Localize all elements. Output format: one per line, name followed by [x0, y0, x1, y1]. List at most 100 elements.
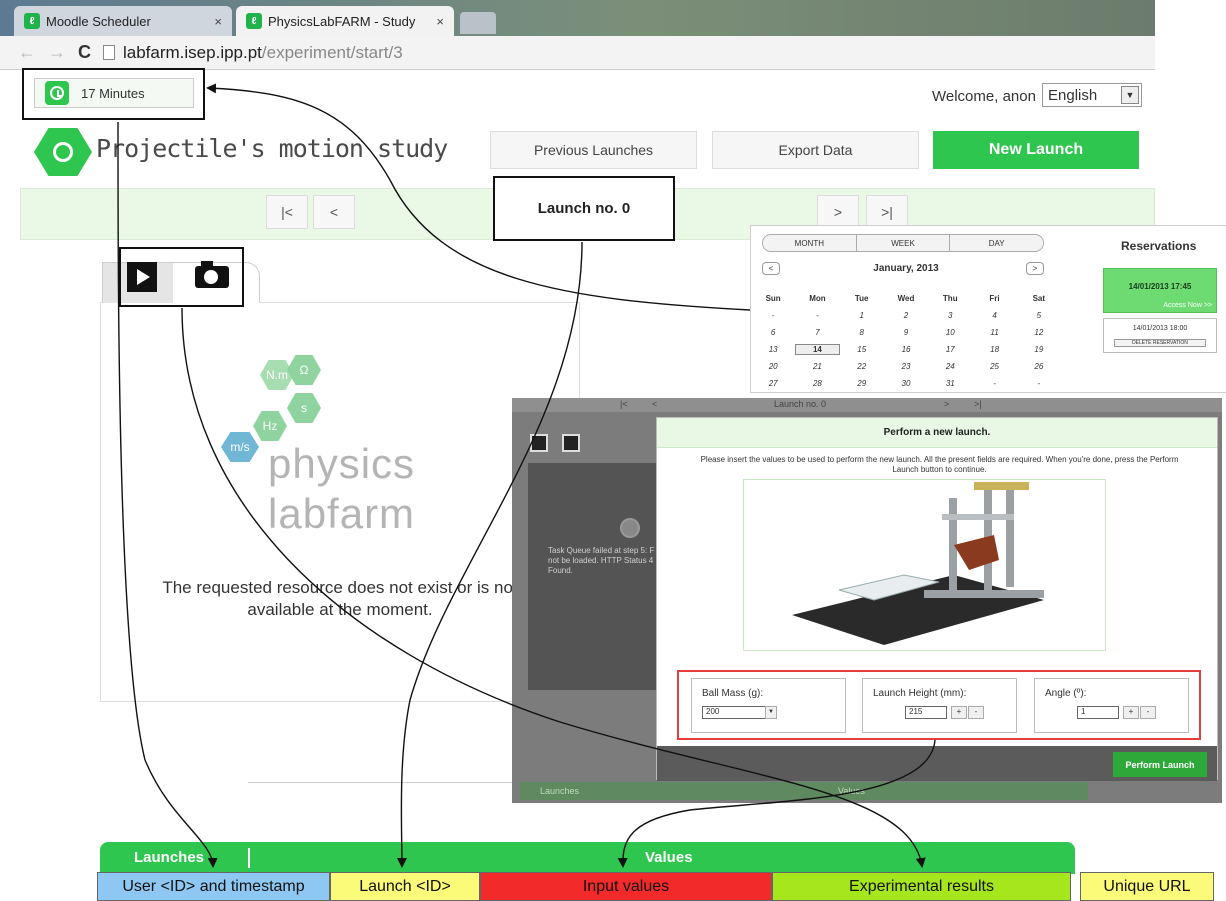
calendar-day[interactable]: 20 — [751, 362, 795, 371]
calendar-next-button[interactable]: > — [1026, 262, 1044, 275]
calendar-day[interactable]: 19 — [1017, 345, 1061, 354]
reload-icon[interactable]: C — [78, 42, 91, 63]
calendar-day[interactable]: - — [795, 311, 839, 320]
page-icon — [103, 45, 115, 60]
calendar-day[interactable]: 26 — [1017, 362, 1061, 371]
calendar-day[interactable]: 25 — [972, 362, 1016, 371]
export-data-button[interactable]: Export Data — [712, 131, 919, 169]
calendar-day[interactable]: 6 — [751, 328, 795, 337]
calendar-day[interactable]: 27 — [751, 379, 795, 388]
calendar-day[interactable]: 15 — [840, 345, 884, 354]
calendar-day[interactable]: 5 — [1017, 311, 1061, 320]
calendar-day[interactable]: 12 — [1017, 328, 1061, 337]
language-select[interactable]: English ▼ — [1042, 83, 1142, 107]
calendar-day[interactable]: 14 — [795, 344, 840, 355]
modal-footer: Perform Launch — [657, 746, 1217, 781]
calendar-day[interactable]: 22 — [840, 362, 884, 371]
decrement-button[interactable]: - — [968, 706, 984, 719]
next-launch-button[interactable]: > — [817, 195, 859, 229]
calendar-day[interactable]: 28 — [795, 379, 839, 388]
launch-height-input[interactable]: 215 — [905, 706, 947, 719]
address-bar[interactable]: labfarm.isep.ipp.pt/experiment/start/3 — [103, 43, 403, 63]
active-reservation-card[interactable]: 14/01/2013 17:45 Access Now >> — [1103, 268, 1217, 313]
calendar-week-row: 6 7 8 9 10 11 12 — [751, 324, 1061, 341]
calendar-day[interactable]: 9 — [884, 328, 928, 337]
chevron-down-icon[interactable]: ▼ — [765, 706, 777, 719]
bg-prev-button: < — [652, 399, 658, 409]
access-now-link[interactable]: Access Now >> — [1163, 302, 1212, 309]
calendar-day[interactable]: 1 — [840, 311, 884, 320]
new-tab-button[interactable] — [460, 12, 496, 34]
calendar-day[interactable]: 24 — [928, 362, 972, 371]
tab-month[interactable]: MONTH — [763, 235, 857, 251]
angle-input[interactable]: 1 — [1077, 706, 1119, 719]
logo-word-physics: physics — [268, 440, 416, 487]
calendar-day[interactable]: 30 — [884, 379, 928, 388]
session-timer: 17 Minutes — [34, 78, 194, 108]
calendar-day[interactable]: 23 — [884, 362, 928, 371]
chevron-down-icon[interactable]: ▼ — [1121, 86, 1139, 104]
calendar-day[interactable]: 11 — [972, 328, 1016, 337]
back-arrow-icon[interactable]: ← — [18, 42, 36, 63]
camera-icon[interactable] — [195, 261, 229, 288]
previous-launches-button[interactable]: Previous Launches — [490, 131, 697, 169]
calendar-day[interactable]: 18 — [972, 345, 1016, 354]
annotation-experimental-results: Experimental results — [772, 872, 1071, 901]
tab-day[interactable]: DAY — [950, 235, 1043, 251]
close-tab-icon[interactable]: × — [214, 14, 222, 29]
launch-number-label: Launch no. 0 — [493, 176, 675, 241]
page-title: Projectile's motion study — [96, 134, 448, 163]
calendar-day[interactable]: 17 — [928, 345, 972, 354]
weekday-label: Thu — [942, 294, 958, 303]
calendar-day[interactable]: 13 — [751, 345, 795, 354]
column-separator — [248, 848, 250, 868]
calendar-weekday-row: Sun Mon Tue Wed Thu Fri Sat — [751, 290, 1061, 307]
tab-week[interactable]: WEEK — [856, 235, 951, 251]
calendar-month-label: January, 2013 — [873, 263, 939, 274]
forward-arrow-icon[interactable]: → — [48, 42, 66, 63]
calendar-day[interactable]: 29 — [840, 379, 884, 388]
decrement-button[interactable]: - — [1140, 706, 1156, 719]
modal-title: Perform a new launch. — [657, 418, 1217, 448]
calendar-day[interactable]: 7 — [795, 328, 839, 337]
increment-button[interactable]: + — [951, 706, 967, 719]
calendar-day[interactable]: 2 — [884, 311, 928, 320]
tab-title: Moodle Scheduler — [46, 13, 151, 29]
first-launch-button[interactable]: |< — [266, 195, 308, 229]
input-values-highlight-box: Ball Mass (g): 200 ▼ Launch Height (mm):… — [677, 670, 1201, 740]
increment-button[interactable]: + — [1123, 706, 1139, 719]
bg-play-icon — [620, 518, 640, 538]
calendar-week-row: 20 21 22 23 24 25 26 — [751, 358, 1061, 375]
bg-values-label: Values — [838, 786, 865, 796]
url-host: labfarm.isep.ipp.pt — [123, 42, 262, 62]
calendar-day[interactable]: 31 — [928, 379, 972, 388]
browser-tab-physicslabfarm[interactable]: ℓ PhysicsLabFARM - Study × — [236, 6, 454, 36]
calendar-prev-button[interactable]: < — [762, 262, 780, 275]
browser-tab-moodle[interactable]: ℓ Moodle Scheduler × — [14, 6, 232, 36]
launch-height-label: Launch Height (mm): — [873, 688, 967, 699]
delete-reservation-button[interactable]: DELETE RESERVATION — [1114, 339, 1206, 347]
bg-video-area — [528, 463, 658, 690]
last-launch-button[interactable]: >| — [866, 195, 908, 229]
previous-launch-button[interactable]: < — [313, 195, 355, 229]
calendar-day[interactable]: 3 — [928, 311, 972, 320]
calendar-day[interactable]: 8 — [840, 328, 884, 337]
close-tab-icon[interactable]: × — [436, 14, 444, 29]
browser-toolbar: ← → C labfarm.isep.ipp.pt/experiment/sta… — [0, 36, 1155, 70]
calendar-day[interactable]: - — [972, 379, 1016, 388]
values-column-header: Values — [645, 849, 693, 866]
calendar-day[interactable]: - — [1017, 379, 1061, 388]
calendar-day[interactable]: 21 — [795, 362, 839, 371]
perform-launch-button[interactable]: Perform Launch — [1113, 752, 1207, 777]
angle-label: Angle (º): — [1045, 688, 1087, 699]
new-launch-button[interactable]: New Launch — [933, 131, 1139, 169]
weekday-label: Sun — [765, 294, 781, 303]
calendar-day[interactable]: 4 — [972, 311, 1016, 320]
weekday-label: Sat — [1032, 294, 1046, 303]
bg-error-text: Task Queue failed at step 5: F not be lo… — [548, 546, 655, 575]
calendar-day[interactable]: - — [751, 311, 795, 320]
play-icon[interactable] — [127, 262, 157, 292]
calendar-day[interactable]: 10 — [928, 328, 972, 337]
calendar-day[interactable]: 16 — [884, 345, 928, 354]
weekday-label: Wed — [897, 294, 915, 303]
